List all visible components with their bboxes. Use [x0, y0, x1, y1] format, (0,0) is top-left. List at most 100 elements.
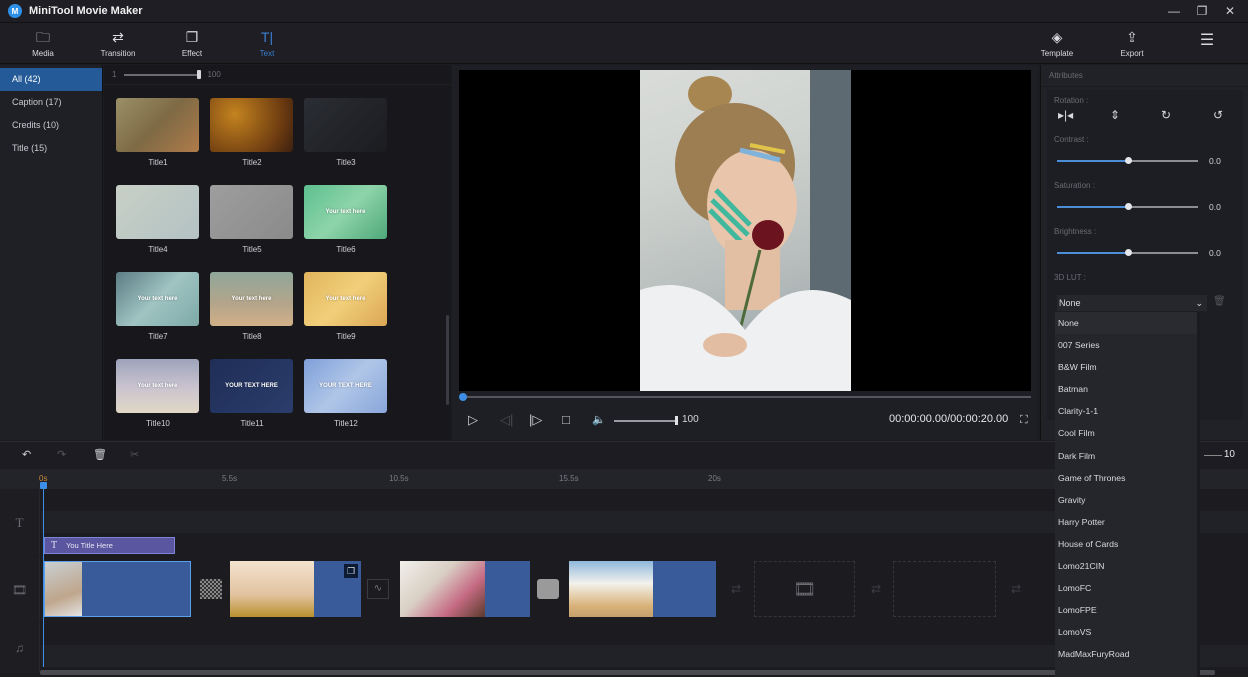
contrast-slider[interactable]	[1057, 157, 1198, 164]
close-button[interactable]: ✕	[1222, 3, 1238, 19]
lut-select[interactable]: None ⌄	[1057, 295, 1207, 311]
next-frame-button[interactable]: |▷	[529, 412, 542, 428]
lut-option[interactable]: None	[1055, 312, 1197, 335]
transition-slot-icon[interactable]: ⇄	[1005, 579, 1027, 599]
rotate-counterclockwise-icon[interactable]: ↺	[1213, 108, 1223, 122]
undo-icon[interactable]: ↶	[22, 448, 31, 461]
transition-slot-icon[interactable]: ⇄	[725, 579, 747, 599]
template-card[interactable]: Title3	[304, 98, 388, 167]
library-scrollbar[interactable]	[446, 315, 449, 405]
add-media-slot[interactable]: 🎞	[754, 561, 855, 617]
fullscreen-icon[interactable]: ⛶	[1020, 414, 1028, 427]
flip-vertical-icon[interactable]: ⇕	[1110, 108, 1120, 122]
export-button[interactable]: ⇪ Export	[1102, 29, 1162, 58]
delete-lut-icon[interactable]: 🗑	[1213, 296, 1226, 307]
playback-position-knob[interactable]	[459, 393, 467, 401]
template-card[interactable]: Your text here Title8	[210, 272, 294, 341]
zoom-max-label: 100	[207, 70, 221, 79]
delete-icon[interactable]: 🗑	[93, 448, 107, 461]
rotate-clockwise-icon[interactable]: ↻	[1161, 108, 1171, 122]
transition-checker[interactable]	[200, 579, 222, 599]
lut-option[interactable]: House of Cards	[1055, 533, 1197, 555]
minimize-button[interactable]: —	[1166, 3, 1182, 19]
transition-slot-icon[interactable]: ⇄	[865, 579, 887, 599]
template-label: Title10	[146, 419, 170, 428]
volume-icon[interactable]: 🔈	[592, 412, 606, 428]
template-card[interactable]: Your text here Title6	[304, 185, 388, 254]
template-card[interactable]: Your text here Title10	[116, 359, 200, 428]
clip-duplicate-icon[interactable]: ❐	[344, 564, 358, 578]
category-credits[interactable]: Credits (10)	[0, 114, 102, 137]
brightness-slider[interactable]	[1057, 249, 1198, 256]
lut-option[interactable]: Dark Film	[1055, 445, 1197, 467]
dropdown-scrollbar[interactable]	[1197, 312, 1200, 595]
template-card[interactable]: YOUR TEXT HERE Title12	[304, 359, 388, 428]
template-card[interactable]: Your text here Title9	[304, 272, 388, 341]
template-card[interactable]: Title4	[116, 185, 200, 254]
text-clip-icon: T	[51, 540, 58, 551]
video-clip-4[interactable]	[569, 561, 716, 617]
split-scissors-icon[interactable]: ✂	[130, 448, 139, 461]
template-thumbnail: Your text here	[304, 185, 387, 239]
lut-option[interactable]: Clarity-1-1	[1055, 400, 1197, 422]
effect-tab[interactable]: ❐ Effect	[162, 29, 222, 58]
contrast-knob[interactable]	[1124, 157, 1132, 164]
volume-knob[interactable]	[675, 416, 678, 425]
lut-option[interactable]: Gravity	[1055, 489, 1197, 511]
category-list: All (42) Caption (17) Credits (10) Title…	[0, 65, 103, 440]
template-card[interactable]: Title5	[210, 185, 294, 254]
lut-option[interactable]: LomoFC	[1055, 577, 1197, 599]
playhead-handle[interactable]	[40, 482, 47, 489]
transition-wave-icon[interactable]: ∿	[367, 579, 389, 599]
text-tab[interactable]: T| Text	[237, 29, 297, 58]
lut-option[interactable]: MadMaxFuryRoad	[1055, 643, 1197, 665]
flip-horizontal-icon[interactable]: ▸|◂	[1058, 108, 1073, 122]
video-clip-2[interactable]: ❐	[230, 561, 361, 617]
template-card[interactable]: Your text here Title7	[116, 272, 200, 341]
lut-option[interactable]: 007 Series	[1055, 334, 1197, 356]
template-button[interactable]: ◈ Template	[1027, 29, 1087, 58]
playback-progress-bar[interactable]	[459, 393, 1031, 401]
previous-frame-button[interactable]: ◁|	[500, 412, 513, 428]
video-clip-1[interactable]	[44, 561, 191, 617]
transition-icon: ⇄	[112, 29, 124, 45]
video-clip-3[interactable]	[400, 561, 530, 617]
category-all[interactable]: All (42)	[0, 68, 102, 91]
template-card[interactable]: YOUR TEXT HERE Title11	[210, 359, 294, 428]
lut-option[interactable]: Lomo21CIN	[1055, 555, 1197, 577]
template-card[interactable]: Title2	[210, 98, 294, 167]
media-tab[interactable]: 🗀 Media	[13, 29, 73, 58]
template-label: Template	[1040, 49, 1074, 58]
title-clip[interactable]: T You Title Here	[44, 537, 175, 554]
lut-option[interactable]: Game of Thrones	[1055, 467, 1197, 489]
redo-icon[interactable]: ↷	[57, 448, 66, 461]
stop-button[interactable]: □	[562, 412, 570, 428]
restore-button[interactable]: ❐	[1194, 3, 1210, 19]
saturation-slider[interactable]	[1057, 203, 1198, 210]
saturation-knob[interactable]	[1124, 203, 1132, 210]
transition-tab[interactable]: ⇄ Transition	[88, 29, 148, 58]
timeline-zoom-slider[interactable]	[1204, 455, 1222, 456]
lut-option[interactable]: Batman	[1055, 378, 1197, 400]
thumbnail-size-knob[interactable]	[197, 69, 202, 79]
brightness-knob[interactable]	[1124, 249, 1132, 256]
lut-option[interactable]: Harry Potter	[1055, 511, 1197, 533]
category-caption[interactable]: Caption (17)	[0, 91, 102, 114]
timeline-scrollbar[interactable]	[40, 670, 1215, 675]
saturation-fill	[1057, 206, 1128, 208]
lut-option[interactable]: LomoVS	[1055, 621, 1197, 643]
transition-puzzle-icon[interactable]	[537, 579, 559, 599]
category-title[interactable]: Title (15)	[0, 137, 102, 160]
lut-option[interactable]: Cool Film	[1055, 422, 1197, 444]
lut-option[interactable]: LomoFPE	[1055, 599, 1197, 621]
volume-slider[interactable]	[614, 420, 676, 422]
menu-button[interactable]: ☰	[1177, 33, 1237, 49]
lut-option[interactable]: B&W Film	[1055, 356, 1197, 378]
empty-clip-slot[interactable]	[893, 561, 996, 617]
preview-image	[640, 70, 851, 391]
thumbnail-size-track[interactable]	[124, 69, 202, 79]
template-thumbnail: YOUR TEXT HERE	[210, 359, 293, 413]
play-button[interactable]: ▷	[468, 412, 478, 428]
template-card[interactable]: Title1	[116, 98, 200, 167]
playhead[interactable]	[43, 482, 44, 667]
